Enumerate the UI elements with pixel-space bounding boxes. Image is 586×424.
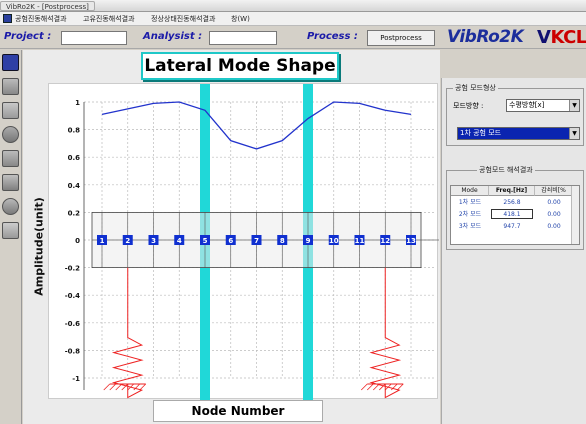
- node-number-label: 4: [177, 237, 182, 245]
- seal-icon[interactable]: [2, 174, 19, 191]
- results-group: 공험모드 해석결과 Mode Freq.[Hz] 감쇠비[% 1차 모드 256…: [446, 165, 584, 250]
- window-title-tab[interactable]: VibRo2K - [Postprocess]: [0, 1, 95, 11]
- table-cell-mode[interactable]: 1차 모드: [451, 198, 489, 208]
- y-tick-label: -0.6: [65, 320, 80, 328]
- disk-icon[interactable]: [2, 126, 19, 143]
- table-header-mode: Mode: [451, 186, 489, 196]
- rotor-icon[interactable]: [2, 150, 19, 167]
- table-cell-damping[interactable]: 0.00: [535, 222, 573, 232]
- y-tick-label: -0.2: [65, 265, 80, 273]
- table-cell-freq[interactable]: 947.7: [489, 222, 535, 232]
- analysist-label: Analysist :: [143, 31, 203, 42]
- ground-hatch: [396, 383, 404, 391]
- print-icon[interactable]: [2, 222, 19, 239]
- y-tick-label: 0.8: [68, 127, 81, 135]
- node-number-label: 3: [151, 237, 156, 245]
- mode-shape-line: [101, 101, 412, 150]
- process-label: Process :: [307, 31, 358, 42]
- ground-hatch: [109, 383, 117, 391]
- results-table: Mode Freq.[Hz] 감쇠비[% 1차 모드 256.8 0.00 2차…: [450, 185, 580, 245]
- node-number-label: 13: [406, 237, 416, 245]
- project-field[interactable]: [61, 31, 127, 45]
- table-header-freq: Freq.[Hz]: [489, 186, 535, 196]
- menu-item-coupled[interactable]: 공험진동해석결과: [15, 13, 67, 25]
- y-tick-label: 0.2: [68, 209, 81, 217]
- table-cell-damping[interactable]: 0.00: [535, 210, 573, 220]
- app-icon[interactable]: [3, 14, 12, 23]
- coupling-icon[interactable]: [2, 198, 19, 215]
- shaft-icon[interactable]: [2, 78, 19, 95]
- vkcl-logo-v: V: [537, 27, 551, 48]
- ground-hatch: [372, 383, 380, 391]
- y-tick-label: 1: [75, 99, 80, 107]
- left-toolbar: [0, 50, 22, 424]
- node-number-label: 5: [203, 237, 208, 245]
- plot-area: 1 0.8 0.6 0.4 0.2 0 -0.2 -0.4 -0.6 -0.8 -1 1 2 3 4 5 6 7 8…: [48, 83, 439, 400]
- mode-direction-value: 수평방향[x]: [509, 101, 545, 109]
- table-cell-damping[interactable]: 0.00: [535, 198, 573, 208]
- ground-hatch: [103, 383, 111, 391]
- chevron-down-icon[interactable]: ▼: [569, 100, 579, 111]
- project-label: Project :: [4, 31, 52, 42]
- table-cell-mode[interactable]: 2차 모드: [451, 210, 489, 220]
- mode-shape-panel: Lateral Mode Shape 1 0.8 0.6 0.4 0.2 0 -0.2 -0.…: [23, 50, 440, 424]
- right-panel: 공험 모드형상 모드방향 : 수평방향[x] ▼ 1차 공험 모드 ▼ 공험모드…: [441, 78, 586, 424]
- analysist-field[interactable]: [209, 31, 277, 45]
- node-number-label: 10: [329, 237, 339, 245]
- table-scrollbar[interactable]: [571, 186, 579, 244]
- menu-item-steady[interactable]: 정상상태진동해석결과: [151, 13, 215, 25]
- table-cell-freq[interactable]: 256.8: [489, 198, 535, 208]
- y-tick-label: -1: [72, 375, 80, 383]
- y-tick-label: -0.4: [65, 292, 80, 300]
- mode-shape-group: 공험 모드형상 모드방향 : 수평방향[x] ▼ 1차 공험 모드 ▼: [446, 83, 584, 146]
- mode-direction-label: 모드방향 :: [453, 102, 484, 110]
- vibro-logo: VibRo2K: [447, 27, 524, 47]
- y-tick-label: -0.8: [65, 347, 80, 355]
- postprocess-button[interactable]: Postprocess: [367, 30, 435, 46]
- chart-title: Lateral Mode Shape: [141, 52, 339, 80]
- y-tick-label: 0.4: [68, 182, 81, 190]
- node-number-label: 8: [280, 237, 285, 245]
- menu-bar: 공험진동해석결과 고유진동해석결과 정상상태진동해석결과 창(W): [0, 12, 586, 26]
- node-number-label: 11: [355, 237, 365, 245]
- node-number-label: 9: [306, 237, 311, 245]
- mode-shape-chart: 10.80.60.40.20-0.2-0.4-0.6-0.8-11 2 3 4 5 6 7 8…: [65, 84, 439, 400]
- node-number-label: 6: [228, 237, 233, 245]
- node-number-label: 2: [125, 237, 130, 245]
- node-number-label: 7: [254, 237, 259, 245]
- results-group-title: 공험모드 해석결과: [477, 165, 535, 175]
- vkcl-logo-k: K: [550, 27, 564, 48]
- mode-shape-group-title: 공험 모드형상: [453, 83, 498, 93]
- node-number-label: 12: [380, 237, 390, 245]
- menu-item-natural[interactable]: 고유진동해석결과: [83, 13, 135, 25]
- mode-order-value: 1차 공험 모드: [460, 129, 502, 137]
- x-axis-label: Node Number: [153, 400, 323, 422]
- mode-direction-select[interactable]: 수평방향[x] ▼: [506, 99, 580, 112]
- ground-hatch: [366, 383, 374, 391]
- bearing-icon[interactable]: [2, 102, 19, 119]
- ground-hatch: [115, 383, 123, 391]
- chevron-down-icon[interactable]: ▼: [569, 128, 579, 139]
- node-number-label: 1: [100, 237, 105, 245]
- ground-hatch: [360, 383, 368, 391]
- y-axis-label: Amplitude(unit): [32, 197, 46, 296]
- table-cell-mode[interactable]: 3차 모드: [451, 222, 489, 232]
- y-tick-label: 0.6: [68, 154, 81, 162]
- menu-item-window[interactable]: 창(W): [231, 13, 250, 25]
- table-cell-freq[interactable]: 418.1: [491, 209, 533, 219]
- y-tick-label: 0: [75, 237, 80, 245]
- ground-hatch: [139, 383, 147, 391]
- mode-order-select[interactable]: 1차 공험 모드 ▼: [457, 127, 580, 140]
- model-icon[interactable]: [2, 54, 19, 71]
- vkcl-logo: VKCL: [537, 27, 586, 48]
- vkcl-logo-cl: CL: [563, 27, 586, 48]
- info-bar: Project : Analysist : Process : Postproc…: [0, 27, 586, 49]
- window-titlebar: VibRo2K - [Postprocess]: [0, 0, 586, 12]
- table-header-damping: 감쇠비[%: [535, 186, 573, 196]
